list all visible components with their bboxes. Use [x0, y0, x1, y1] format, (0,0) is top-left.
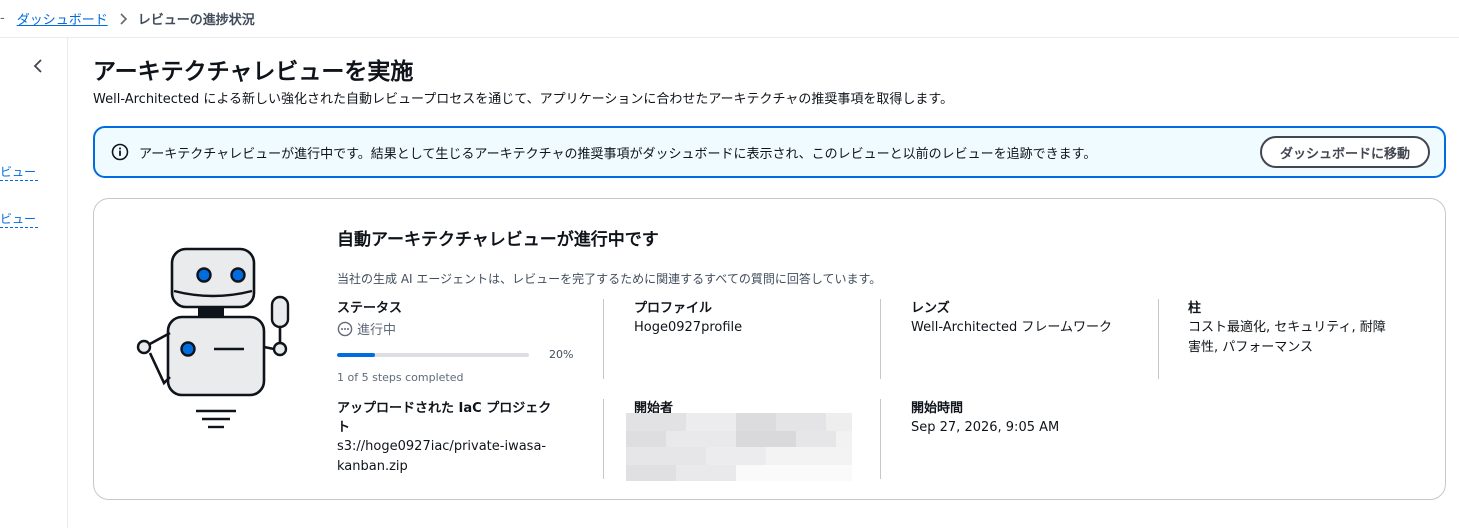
- start-time-label: 開始時間: [911, 401, 964, 416]
- review-progress-card: 自動アーキテクチャレビューが進行中です 当社の生成 AI エージェントは、レビュ…: [93, 198, 1446, 500]
- column-divider: [603, 399, 604, 479]
- status-value: 進行中: [337, 319, 577, 338]
- robot-illustration: [136, 247, 290, 429]
- iac-section: アップロードされた IaC プロジェク ト s3://hoge0927iac/p…: [337, 399, 587, 477]
- info-icon: [111, 143, 129, 161]
- iac-label-line2: ト: [337, 420, 351, 435]
- column-divider: [603, 299, 604, 379]
- iac-label-line1: アップロードされた IaC プロジェク: [337, 401, 552, 416]
- in-progress-icon: [337, 321, 353, 337]
- column-divider: [880, 299, 881, 379]
- chevron-left-icon: [32, 58, 44, 78]
- profile-value: Hoge0927profile: [634, 320, 743, 335]
- breadcrumb-current: レビューの進捗状況: [137, 13, 255, 28]
- status-section: ステータス 進行中 20% 1 of 5 steps completed: [337, 299, 577, 384]
- progress-steps-text: 1 of 5 steps completed: [337, 371, 464, 384]
- column-divider: [1158, 299, 1159, 379]
- iac-value-line1: s3://hoge0927iac/private-iwasa-: [337, 439, 547, 454]
- side-link-review-1[interactable]: ビュー: [0, 164, 38, 181]
- card-title: 自動アーキテクチャレビューが進行中です: [337, 230, 659, 250]
- status-label: ステータス: [337, 301, 403, 316]
- start-time-section: 開始時間 Sep 27, 2026, 9:05 AM: [911, 399, 1151, 438]
- breadcrumb: - ダッシュボード レビューの進捗状況: [0, 0, 1459, 38]
- info-alert: アーキテクチャレビューが進行中です。結果として生じるアーキテクチャの推奨事項がダ…: [93, 126, 1446, 178]
- pillars-label: 柱: [1188, 301, 1202, 316]
- status-text: 進行中: [357, 323, 397, 338]
- side-link-review-2[interactable]: ビュー: [0, 211, 38, 228]
- lens-section: レンズ Well-Architected フレームワーク: [911, 299, 1151, 338]
- start-time-value: Sep 27, 2026, 9:05 AM: [911, 420, 1060, 435]
- progress-fill: [337, 352, 376, 357]
- breadcrumb-overflow-marker: -: [0, 11, 5, 26]
- profile-section: プロファイル Hoge0927profile: [634, 299, 874, 338]
- pillars-value-line2: 害性, パフォーマンス: [1188, 340, 1314, 355]
- page-title: アーキテクチャレビューを実施: [93, 59, 414, 85]
- pillars-section: 柱 コスト最適化, セキュリティ, 耐障 害性, パフォーマンス: [1188, 299, 1428, 358]
- page-description: Well-Architected による新しい強化された自動レビュープロセスを通…: [93, 92, 954, 107]
- progress-track: [337, 352, 529, 357]
- profile-label: プロファイル: [634, 301, 713, 316]
- side-navigation-rail: ビュー ビュー: [0, 38, 68, 528]
- progress-percent: 20%: [549, 348, 574, 361]
- iac-value-line2: kanban.zip: [337, 459, 408, 474]
- collapse-panel-button[interactable]: [28, 58, 48, 78]
- lens-value: Well-Architected フレームワーク: [911, 320, 1113, 335]
- lens-label: レンズ: [911, 301, 950, 316]
- card-description: 当社の生成 AI エージェントは、レビューを完了するために関連するすべての質問に…: [337, 272, 882, 286]
- redacted-starter-value: [626, 413, 852, 481]
- pillars-value-line1: コスト最適化, セキュリティ, 耐障: [1188, 320, 1386, 335]
- alert-message: アーキテクチャレビューが進行中です。結果として生じるアーキテクチャの推奨事項がダ…: [139, 146, 1097, 162]
- chevron-right-icon: [118, 12, 128, 25]
- breadcrumb-link-dashboard[interactable]: ダッシュボード: [17, 9, 108, 28]
- go-to-dashboard-button[interactable]: ダッシュボードに移動: [1259, 136, 1430, 168]
- column-divider: [880, 399, 881, 479]
- progress-bar: 20%: [337, 348, 577, 361]
